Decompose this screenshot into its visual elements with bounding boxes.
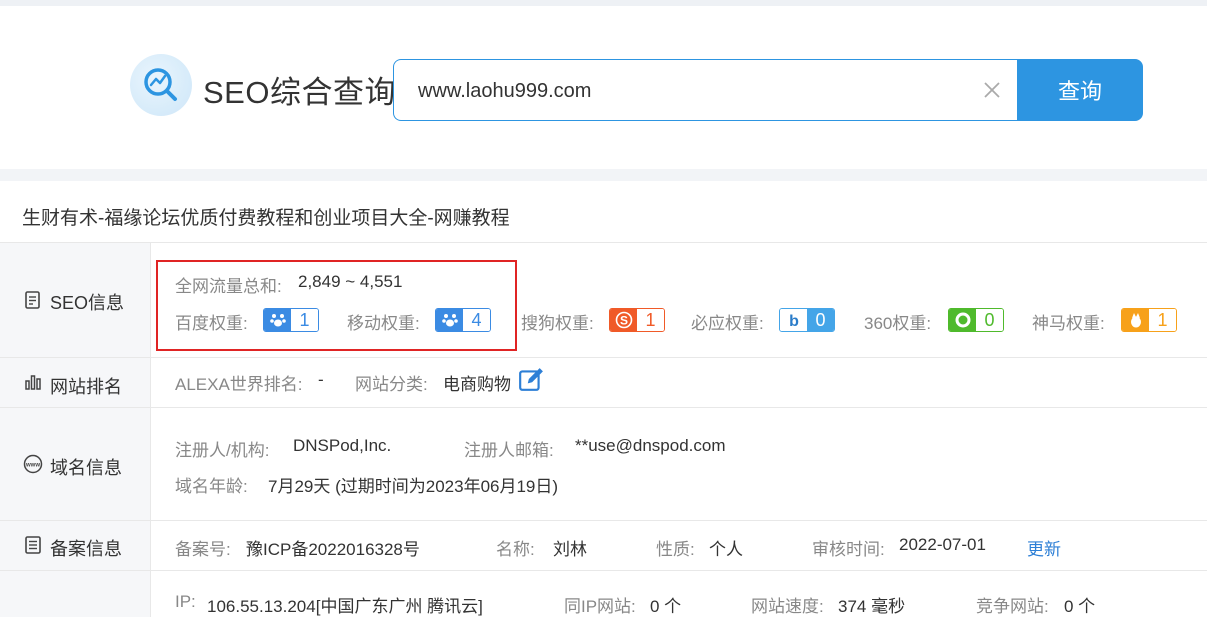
alexa-label: ALEXA世界排名: xyxy=(175,375,303,394)
search-input[interactable] xyxy=(418,78,958,104)
so360-weight-badge[interactable]: 0 xyxy=(948,308,1004,332)
search-box xyxy=(393,59,1018,121)
icp-label: 备案信息 xyxy=(50,539,122,559)
ranking-label: 网站排名 xyxy=(50,377,122,397)
icp-row: 备案信息 备案号: 豫ICP备2022016328号 名称: 刘林 性质: 个人… xyxy=(0,521,1207,571)
shenma-weight-value: 1 xyxy=(1149,309,1176,331)
seo-info-header: SEO信息 xyxy=(0,243,151,357)
icp-number-label: 备案号: xyxy=(175,540,231,559)
alexa-value: - xyxy=(318,370,324,389)
registrar-value: DNSPod,Inc. xyxy=(293,436,392,455)
icp-type-label: 性质: xyxy=(656,540,695,559)
document-icon xyxy=(25,291,40,309)
age-value: 7月29天 (过期时间为2023年06月19日) xyxy=(268,477,559,496)
search-button[interactable]: 查询 xyxy=(1017,59,1143,121)
competitor-label: 竞争网站: xyxy=(976,597,1049,616)
icp-name-label: 名称: xyxy=(496,540,535,559)
icp-number-value: 豫ICP备2022016328号 xyxy=(246,540,420,559)
same-ip-label: 同IP网站: xyxy=(564,597,636,616)
icp-header: 备案信息 xyxy=(0,521,151,570)
clear-icon[interactable] xyxy=(982,80,1002,100)
edit-icon[interactable] xyxy=(518,366,544,392)
360-ring-icon xyxy=(949,309,976,331)
speed-value: 374 毫秒 xyxy=(838,597,906,616)
icp-audit-value: 2022-07-01 xyxy=(899,535,986,554)
shenma-weight-label: 神马权重: xyxy=(1032,314,1105,333)
server-row: IP: 106.55.13.204[中国广东广州 腾讯云] 同IP网站: 0 个… xyxy=(0,571,1207,617)
domain-label: 域名信息 xyxy=(50,458,122,478)
category-label: 网站分类: xyxy=(355,375,428,394)
ranking-header: 网站排名 xyxy=(0,358,151,407)
svg-text:www: www xyxy=(25,463,40,469)
domain-row: www 域名信息 注册人/机构: DNSPod,Inc. 注册人邮箱: **us… xyxy=(0,408,1207,521)
category-value: 电商购物 xyxy=(443,375,511,394)
shenma-horse-icon xyxy=(1122,309,1149,331)
sogou-weight-badge[interactable]: S 1 xyxy=(609,308,665,332)
svg-text:b: b xyxy=(789,313,799,329)
sogou-weight-label: 搜狗权重: xyxy=(521,314,594,333)
email-label: 注册人邮箱: xyxy=(464,441,554,460)
speed-label: 网站速度: xyxy=(751,597,824,616)
shenma-weight-badge[interactable]: 1 xyxy=(1121,308,1177,332)
icp-update-link[interactable]: 更新 xyxy=(1027,535,1061,560)
server-header xyxy=(0,571,151,617)
site-title: 生财有术-福缘论坛优质付费教程和创业项目大全-网赚教程 xyxy=(22,208,510,229)
record-doc-icon xyxy=(25,536,41,554)
so360-weight-label: 360权重: xyxy=(864,314,932,333)
so360-weight-value: 0 xyxy=(976,309,1003,331)
bing-weight-badge[interactable]: b 0 xyxy=(779,308,835,332)
svg-text:S: S xyxy=(619,314,627,328)
seo-info-label: SEO信息 xyxy=(50,293,125,313)
sogou-weight-value: 1 xyxy=(637,309,664,331)
logo-text[interactable]: SEO综合查询 xyxy=(203,67,396,112)
bar-chart-icon xyxy=(25,375,41,390)
email-value: **use@dnspod.com xyxy=(575,436,726,455)
same-ip-value[interactable]: 0 个 xyxy=(650,592,681,617)
icp-type-value: 个人 xyxy=(709,540,743,559)
bing-b-icon: b xyxy=(780,309,807,331)
seo-logo-icon[interactable] xyxy=(130,54,192,116)
age-label: 域名年龄: xyxy=(175,477,248,496)
bing-weight-label: 必应权重: xyxy=(691,314,764,333)
icp-name-value: 刘林 xyxy=(553,540,587,559)
bing-weight-value: 0 xyxy=(807,309,834,331)
ip-value[interactable]: 106.55.13.204[中国广东广州 腾讯云] xyxy=(207,592,483,617)
site-title-bar: 生财有术-福缘论坛优质付费教程和创业项目大全-网赚教程 xyxy=(0,181,1207,243)
sogou-s-icon: S xyxy=(610,309,637,331)
ranking-row: 网站排名 ALEXA世界排名: - 网站分类: 电商购物 xyxy=(0,358,1207,408)
highlight-box xyxy=(156,260,517,351)
registrar-label: 注册人/机构: xyxy=(175,441,270,460)
competitor-value[interactable]: 0 个 xyxy=(1064,592,1095,617)
ip-label: IP: xyxy=(175,592,196,611)
domain-header: www 域名信息 xyxy=(0,408,151,520)
icp-audit-label: 审核时间: xyxy=(812,540,885,559)
www-globe-icon: www xyxy=(23,454,43,474)
